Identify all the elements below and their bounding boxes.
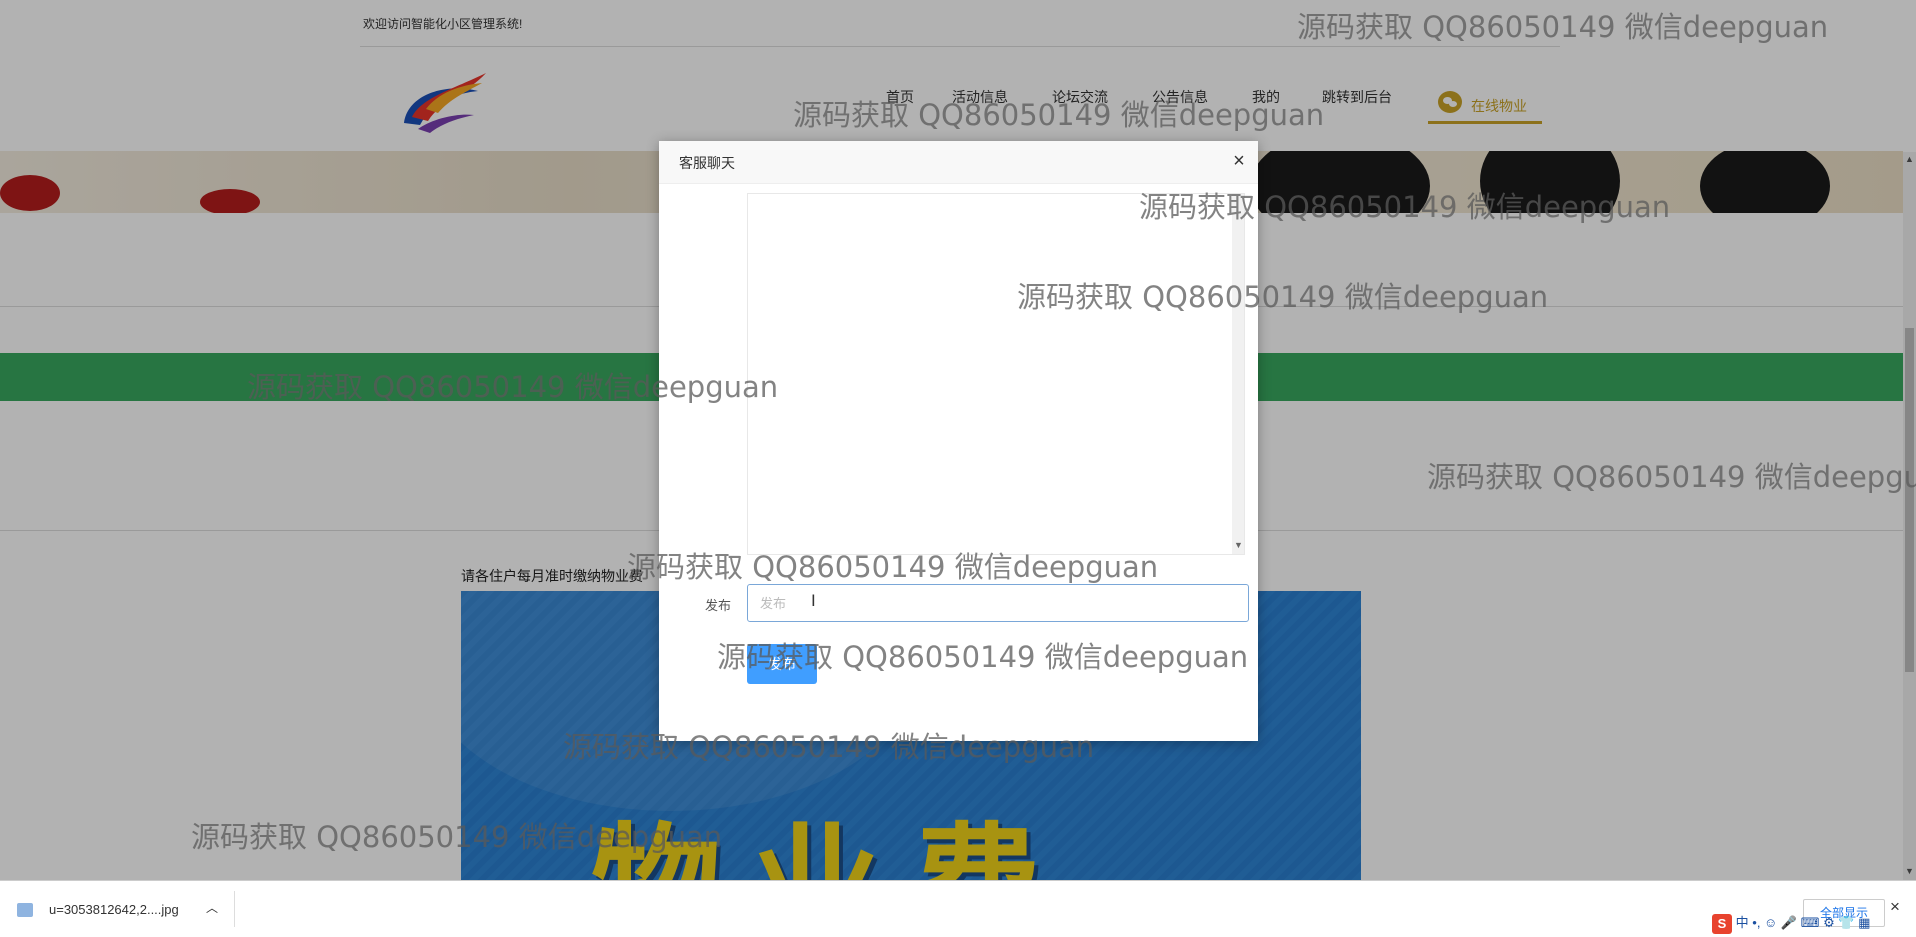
message-input[interactable] <box>747 584 1249 622</box>
scroll-down-icon[interactable]: ▼ <box>1234 540 1243 550</box>
close-icon[interactable]: × <box>1227 149 1251 173</box>
dialog-header: 客服聊天 × <box>659 141 1258 184</box>
chevron-up-icon[interactable]: ︿ <box>206 899 218 916</box>
ime-language[interactable]: 中 <box>1736 915 1749 930</box>
download-file-name[interactable]: u=3053812642,2....jpg <box>49 902 179 917</box>
divider <box>234 891 235 927</box>
send-button[interactable]: 发布 <box>747 644 817 684</box>
image-file-icon <box>17 903 33 917</box>
chat-scrollbar[interactable]: ▼ <box>1232 194 1244 554</box>
close-icon[interactable]: × <box>1890 897 1900 917</box>
text-cursor-icon: Ⅰ <box>811 593 816 610</box>
chat-message-area[interactable]: ▼ <box>747 193 1245 555</box>
download-bar: u=3053812642,2....jpg ︿ 全部显示 × <box>0 880 1916 937</box>
ime-toolbar[interactable]: S 中 •, ☺ 🎤 ⌨ ⚙ 👕 ▦ <box>1712 912 1870 934</box>
chat-dialog: 客服聊天 × ▼ 发布 发布 <box>659 141 1258 741</box>
ime-tools-icon[interactable]: •, ☺ 🎤 ⌨ ⚙ 👕 ▦ <box>1752 915 1870 930</box>
dialog-title: 客服聊天 <box>679 155 735 171</box>
message-field-label: 发布 <box>705 598 732 613</box>
sogou-icon: S <box>1712 913 1732 934</box>
